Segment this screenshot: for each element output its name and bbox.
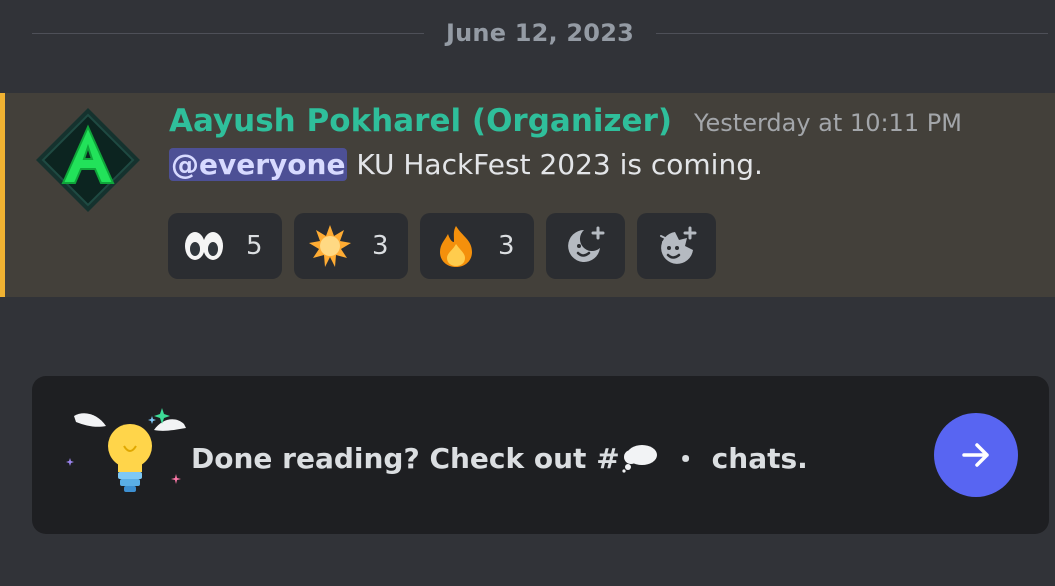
eyes-emoji-icon (185, 232, 223, 260)
message-text: KU HackFest 2023 is coming. (347, 148, 763, 181)
author-name[interactable]: Aayush Pokharel (Organizer) (169, 103, 672, 139)
banner-text: Done reading? Check out # ・ chats. (191, 438, 808, 478)
reaction-bar: 5 3 3 (168, 213, 716, 279)
avatar[interactable] (33, 105, 143, 215)
thought-balloon-icon (622, 445, 657, 473)
reaction-fire[interactable]: 3 (420, 213, 534, 279)
go-to-channel-button[interactable] (934, 413, 1018, 497)
date-divider: June 12, 2023 (32, 14, 1049, 52)
add-reaction-icon (567, 226, 604, 262)
everyone-mention[interactable]: @everyone (169, 148, 348, 181)
done-reading-banner: Done reading? Check out # ・ chats. (32, 376, 1049, 534)
message-content: @everyone KU HackFest 2023 is coming. (169, 148, 763, 181)
reaction-eyes[interactable]: 5 (168, 213, 282, 279)
reaction-count: 5 (246, 231, 263, 261)
message-header: Aayush Pokharel (Organizer) Yesterday at… (169, 103, 962, 139)
fire-emoji-icon (440, 226, 472, 267)
reaction-count: 3 (372, 231, 389, 261)
sun-emoji-icon (309, 225, 351, 267)
reaction-sun[interactable]: 3 (294, 213, 408, 279)
message-item[interactable]: Aayush Pokharel (Organizer) Yesterday at… (0, 93, 1055, 297)
add-super-reaction-button[interactable] (637, 213, 716, 279)
winged-lightbulb-icon (66, 408, 186, 492)
banner-channel-name[interactable]: chats. (712, 442, 808, 475)
add-reaction-button[interactable] (546, 213, 625, 279)
banner-separator: ・ (671, 443, 700, 476)
divider-date: June 12, 2023 (446, 19, 635, 47)
reaction-count: 3 (498, 231, 515, 261)
banner-prefix: Done reading? Check out # (191, 441, 620, 475)
add-super-reaction-icon (659, 226, 696, 264)
message-timestamp[interactable]: Yesterday at 10:11 PM (694, 109, 962, 137)
arrow-right-icon (962, 443, 989, 467)
divider-line-right (656, 32, 1049, 34)
divider-line-left (32, 32, 424, 34)
